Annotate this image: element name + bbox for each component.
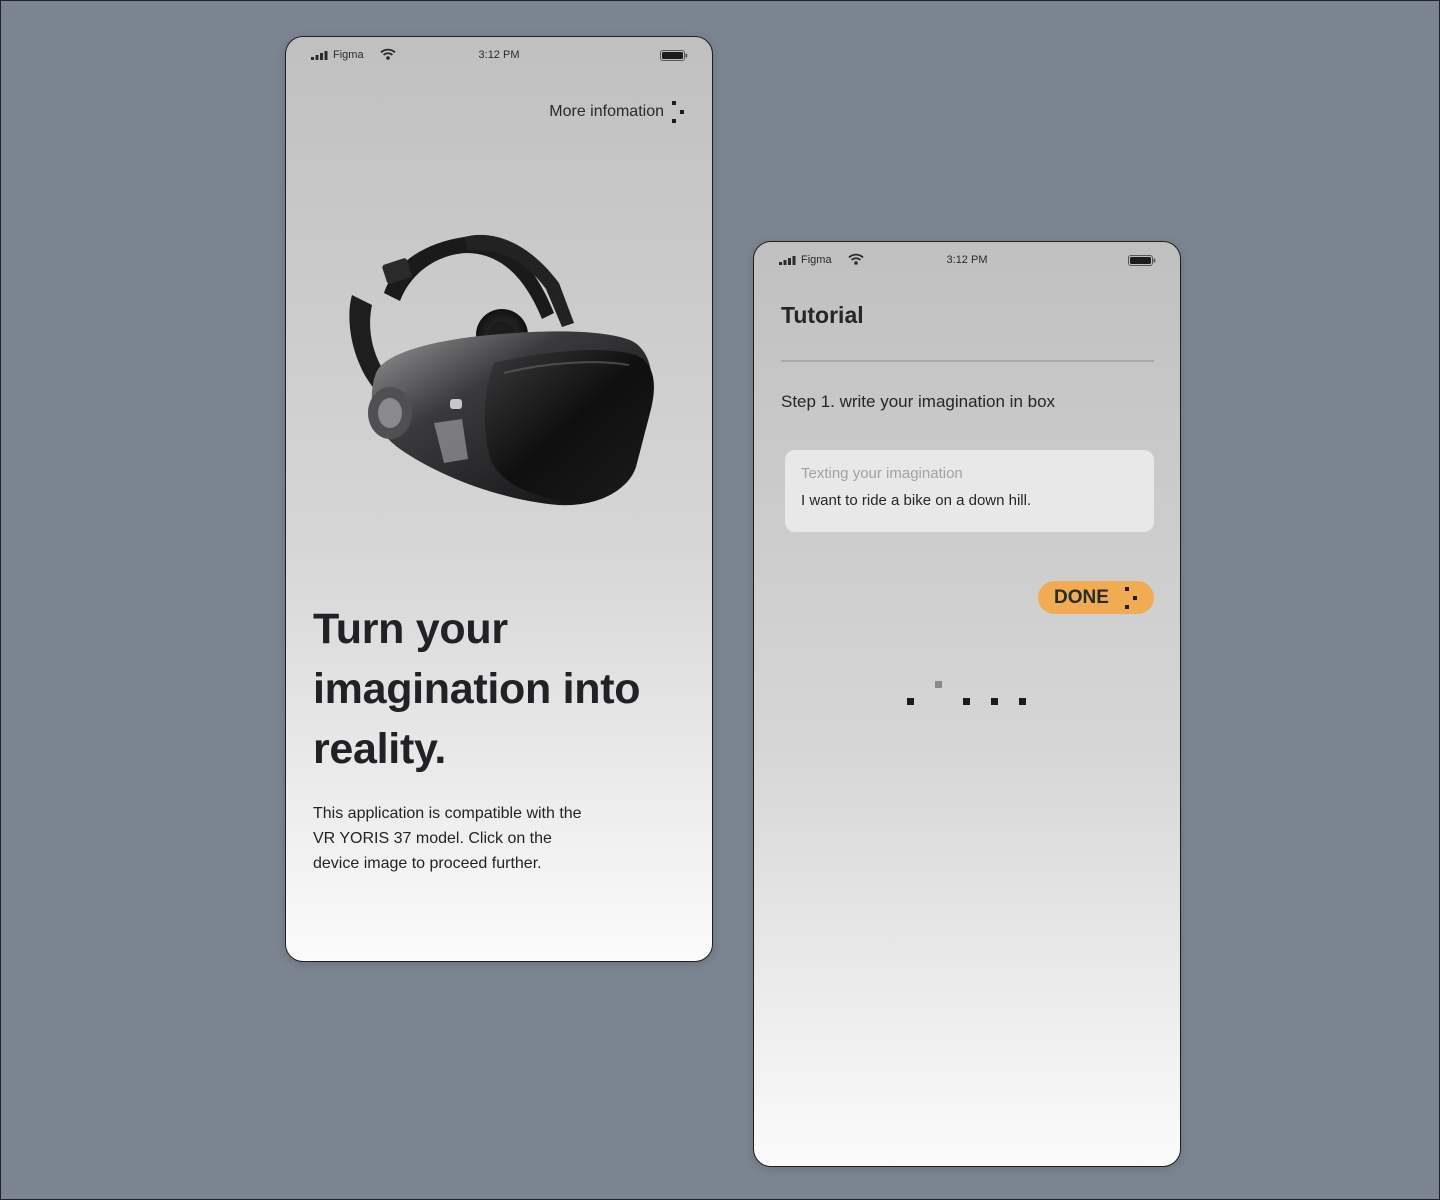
divider xyxy=(781,360,1154,362)
done-button-label: DONE xyxy=(1054,586,1109,608)
input-value: I want to ride a bike on a down hill. xyxy=(801,492,1032,509)
more-dots-icon xyxy=(672,101,684,123)
imagination-input[interactable]: Texting your imagination I want to ride … xyxy=(785,450,1154,532)
step-instruction: Step 1. write your imagination in box xyxy=(781,392,1056,411)
phone-screen-intro: Figma 3:12 PM More infomation Turn your … xyxy=(285,36,713,962)
more-information-label: More infomation xyxy=(549,103,664,120)
status-bar: Figma 3:12 PM xyxy=(754,242,1180,282)
more-dots-icon xyxy=(1124,586,1137,609)
hero-description: This application is compatible with the … xyxy=(313,805,582,872)
hero-headline: Turn your imagination into reality. xyxy=(313,605,641,773)
loading-dots-icon xyxy=(907,681,1026,705)
battery-icon xyxy=(660,50,688,61)
status-bar: Figma 3:12 PM xyxy=(286,37,712,77)
status-time: 3:12 PM xyxy=(946,254,988,266)
page-title: Tutorial xyxy=(781,302,864,328)
vr-headset-image[interactable] xyxy=(344,223,664,523)
done-button[interactable]: DONE xyxy=(1038,581,1154,614)
phone-screen-tutorial: Figma 3:12 PM Tutorial Step 1. write you… xyxy=(753,241,1181,1167)
battery-icon xyxy=(1128,255,1156,266)
status-time: 3:12 PM xyxy=(478,49,520,61)
more-information-link[interactable]: More infomation xyxy=(549,101,686,123)
input-placeholder: Texting your imagination xyxy=(801,465,963,482)
